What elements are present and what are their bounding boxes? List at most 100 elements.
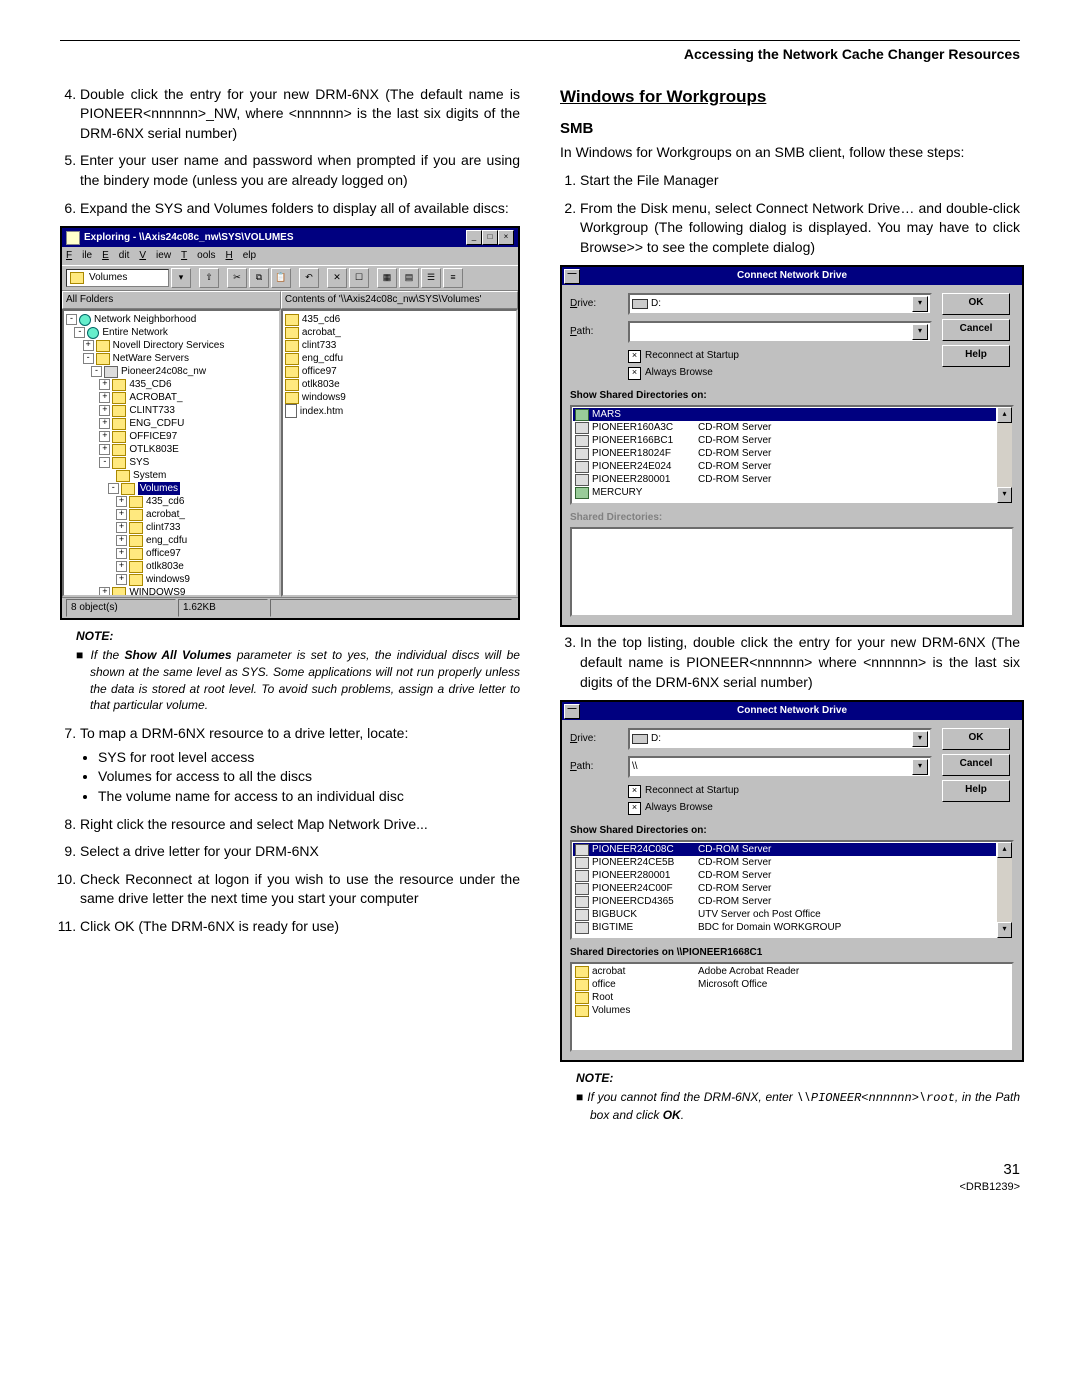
tree-node[interactable]: -Network Neighborhood [66,313,277,326]
expand-box[interactable]: + [99,418,110,429]
expand-box[interactable]: + [99,392,110,403]
file-item[interactable]: otlk803e [285,378,514,391]
file-item[interactable]: office97 [285,365,514,378]
expand-box[interactable]: + [99,431,110,442]
expand-box[interactable]: + [99,587,110,597]
drive-combo[interactable]: D: ▾ [628,293,932,315]
shares-listbox[interactable]: acrobatAdobe Acrobat ReaderofficeMicroso… [570,962,1014,1052]
listbox-row[interactable]: PIONEER24C08CCD-ROM Server [573,843,996,856]
up-button[interactable]: ⇧ [199,268,219,288]
listbox-row[interactable]: MARS [573,408,996,421]
share-row[interactable]: officeMicrosoft Office [573,978,1011,991]
file-item[interactable]: index.htm [285,404,514,418]
listbox-row[interactable]: BIGBUCKUTV Server och Post Office [573,908,996,921]
expand-box[interactable]: + [116,496,127,507]
cancel-button[interactable]: Cancel [942,319,1010,341]
copy-button[interactable]: ⧉ [249,268,269,288]
menu-item[interactable]: View [139,250,171,261]
dropdown-button[interactable]: ▾ [171,268,191,288]
listbox-row[interactable]: PIONEER166BC1CD-ROM Server [573,434,996,447]
server-listbox[interactable]: PIONEER24C08CCD-ROM ServerPIONEER24CE5BC… [570,840,1014,940]
help-button[interactable]: Help [942,345,1010,367]
expand-box[interactable]: + [99,444,110,455]
file-item[interactable]: eng_cdfu [285,352,514,365]
list-button[interactable]: ☰ [421,268,441,288]
tree-node[interactable]: -NetWare Servers [66,352,277,365]
minimize-button[interactable]: _ [466,230,482,245]
tree-node[interactable]: +WINDOWS9 [66,586,277,597]
always-checkbox[interactable]: × [628,367,641,380]
listbox-row[interactable]: BIGTIMEBDC for Domain WORKGROUP [573,921,996,934]
tree-node[interactable]: +435_cd6 [66,495,277,508]
scroll-down-icon[interactable]: ▾ [997,487,1012,503]
menu-item[interactable]: Tools [181,250,215,261]
help-button[interactable]: Help [942,780,1010,802]
small-icons-button[interactable]: ▤ [399,268,419,288]
expand-box[interactable]: - [108,483,119,494]
tree-node[interactable]: -Entire Network [66,326,277,339]
cancel-button[interactable]: Cancel [942,754,1010,776]
expand-box[interactable]: + [116,548,127,559]
tree-node[interactable]: System [66,469,277,482]
tree-node[interactable]: +acrobat_ [66,508,277,521]
listbox-row[interactable]: MERCURY [573,486,996,499]
share-row[interactable]: acrobatAdobe Acrobat Reader [573,965,1011,978]
reconnect-checkbox[interactable]: × [628,350,641,363]
expand-box[interactable]: + [116,522,127,533]
listbox-row[interactable]: PIONEER280001CD-ROM Server [573,869,996,882]
listbox-row[interactable]: PIONEER24C00FCD-ROM Server [573,882,996,895]
tree-pane[interactable]: -Network Neighborhood -Entire Network +N… [62,309,281,597]
listbox-scrollbar[interactable]: ▴ ▾ [997,407,1012,503]
drive-combo[interactable]: D: ▾ [628,728,932,750]
listbox-scrollbar[interactable]: ▴ ▾ [997,842,1012,938]
tree-node[interactable]: +office97 [66,547,277,560]
close-button[interactable]: × [498,230,514,245]
listbox-row[interactable]: PIONEER160A3CCD-ROM Server [573,421,996,434]
listbox-row[interactable]: PIONEER24E024CD-ROM Server [573,460,996,473]
expand-box[interactable]: + [99,379,110,390]
address-combo[interactable]: Volumes [66,269,169,287]
undo-button[interactable]: ↶ [299,268,319,288]
tree-node[interactable]: +435_CD6 [66,378,277,391]
share-row[interactable]: Volumes [573,1004,1011,1017]
expand-box[interactable]: + [116,535,127,546]
sysmenu-icon[interactable]: — [564,269,580,284]
listbox-row[interactable]: PIONEER18024FCD-ROM Server [573,447,996,460]
tree-node[interactable]: -Pioneer24c08c_nw [66,365,277,378]
expand-box[interactable]: - [91,366,102,377]
tree-node[interactable]: +eng_cdfu [66,534,277,547]
tree-node[interactable]: +OFFICE97 [66,430,277,443]
combo-down-icon[interactable]: ▾ [912,296,928,312]
tree-node[interactable]: -SYS [66,456,277,469]
file-item[interactable]: acrobat_ [285,326,514,339]
list-pane[interactable]: 435_cd6acrobat_clint733eng_cdfuoffice97o… [281,309,518,597]
details-button[interactable]: ≡ [443,268,463,288]
ok-button[interactable]: OK [942,728,1010,750]
tree-node[interactable]: +clint733 [66,521,277,534]
expand-box[interactable]: - [99,457,110,468]
file-item[interactable]: windows9 [285,391,514,404]
large-icons-button[interactable]: ▦ [377,268,397,288]
file-item[interactable]: 435_cd6 [285,313,514,326]
tree-node[interactable]: -Volumes [66,482,277,495]
expand-box[interactable]: + [99,405,110,416]
file-item[interactable]: clint733 [285,339,514,352]
tree-node[interactable]: +ACROBAT_ [66,391,277,404]
menu-item[interactable]: Help [226,250,257,261]
expand-box[interactable]: + [116,574,127,585]
paste-button[interactable]: 📋 [271,268,291,288]
listbox-row[interactable]: PIONEER280001CD-ROM Server [573,473,996,486]
cut-button[interactable]: ✂ [227,268,247,288]
expand-box[interactable]: - [66,314,77,325]
expand-box[interactable]: + [116,509,127,520]
tree-node[interactable]: +Novell Directory Services [66,339,277,352]
expand-box[interactable]: + [116,561,127,572]
path-combo[interactable]: ▾ [628,321,932,343]
tree-node[interactable]: +otlk803e [66,560,277,573]
tree-node[interactable]: +CLINT733 [66,404,277,417]
maximize-button[interactable]: □ [482,230,498,245]
listbox-row[interactable]: PIONEER24CE5BCD-ROM Server [573,856,996,869]
listbox-row[interactable]: PIONEERCD4365CD-ROM Server [573,895,996,908]
scroll-down-icon[interactable]: ▾ [997,922,1012,938]
ok-button[interactable]: OK [942,293,1010,315]
